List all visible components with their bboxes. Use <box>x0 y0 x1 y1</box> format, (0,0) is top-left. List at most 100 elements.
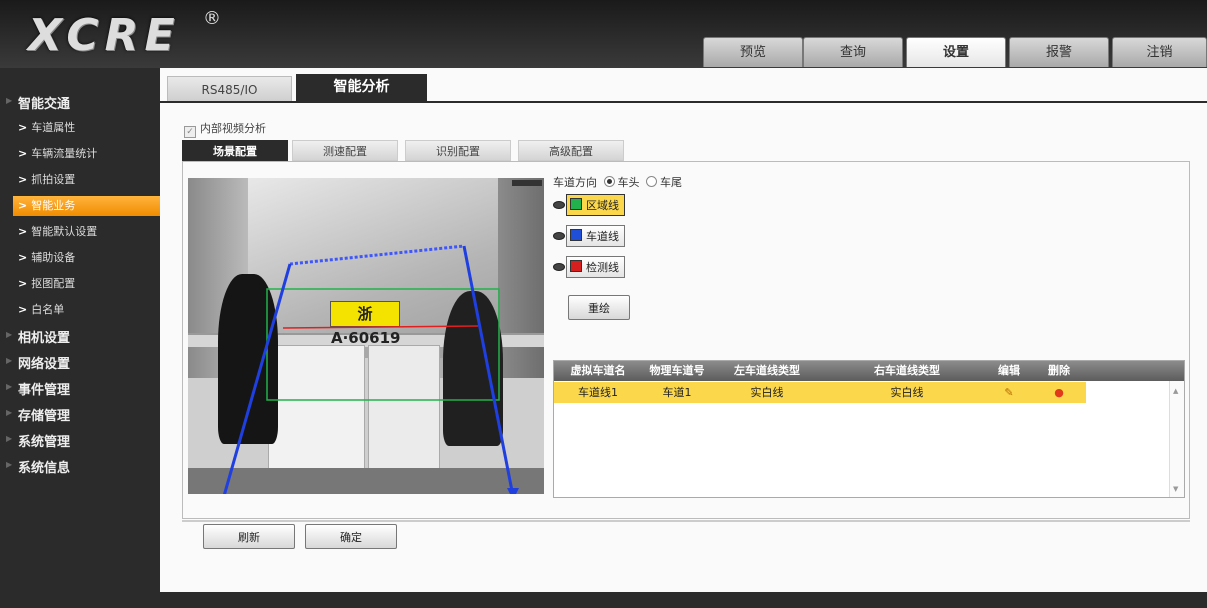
detection-line-label: 检测线 <box>586 261 619 274</box>
nav-tab-alarm[interactable]: 报警 <box>1009 37 1109 67</box>
subtab-advanced-config[interactable]: 高级配置 <box>518 140 624 161</box>
sidebar-group-network-settings[interactable]: 网络设置 <box>6 353 70 372</box>
sidebar-group-event-management[interactable]: 事件管理 <box>6 379 70 398</box>
lane-table: 虚拟车道名 物理车道号 左车道线类型 右车道线类型 编辑 删除 车道线1 车道1… <box>553 360 1185 498</box>
zone-line-swatch <box>570 198 582 210</box>
sidebar-group-camera-settings[interactable]: 相机设置 <box>6 327 70 346</box>
sidebar: 智能交通 >车道属性 >车辆流量统计 >抓拍设置 >智能业务 >智能默认设置 >… <box>0 68 160 608</box>
sidebar-item-traffic-stats[interactable]: > 车辆流量统计 <box>18 144 160 164</box>
checkbox-label: 内部视频分析 <box>200 122 266 135</box>
lane-line-label: 车道线 <box>586 230 619 243</box>
scroll-down-icon[interactable]: ▼ <box>1173 485 1178 493</box>
eye-icon[interactable] <box>553 263 565 271</box>
panel-divider <box>182 520 1190 522</box>
lane-line-right <box>462 245 515 494</box>
sidebar-item-lane-attributes[interactable]: > 车道属性 <box>18 118 160 138</box>
scroll-up-icon[interactable]: ▲ <box>1173 387 1178 395</box>
video-overlay-lines <box>223 244 519 494</box>
sidebar-item-label: 辅助设备 <box>31 251 76 264</box>
sidebar-item-label: 车道属性 <box>31 121 76 134</box>
redraw-button[interactable]: 重绘 <box>568 295 630 320</box>
sidebar-group-system-info[interactable]: 系统信息 <box>6 457 70 476</box>
scene-config-panel: 浙A·60619 车道方向 车头 车尾 区域线 车道线 检测线 重绘 虚拟车道名… <box>182 161 1190 519</box>
chevron-right-icon: > <box>18 121 28 134</box>
lane-table-header: 虚拟车道名 物理车道号 左车道线类型 右车道线类型 编辑 删除 <box>554 361 1184 381</box>
sidebar-item-intelligent-defaults[interactable]: > 智能默认设置 <box>18 222 160 242</box>
nav-tab-preview[interactable]: 预览 <box>703 37 803 67</box>
checkbox-icon: ✓ <box>184 126 196 138</box>
header-left-line-type: 左车道线类型 <box>734 364 800 377</box>
arrow-down-icon <box>507 488 519 494</box>
lane-boundary-dashed <box>289 244 465 266</box>
chevron-right-icon: > <box>18 199 28 212</box>
nav-tab-logout[interactable]: 注销 <box>1112 37 1207 67</box>
detection-line-button[interactable]: 检测线 <box>566 256 625 278</box>
cell-right-line-type: 实白线 <box>890 386 924 399</box>
radio-vehicle-head[interactable] <box>603 176 615 187</box>
radio-head-label: 车头 <box>617 176 640 189</box>
tab-rs485-io[interactable]: RS485/IO <box>167 76 292 102</box>
eye-icon[interactable] <box>553 232 565 240</box>
chevron-right-icon: > <box>18 251 28 264</box>
subtab-speed-config[interactable]: 测速配置 <box>292 140 398 161</box>
detection-line <box>282 325 479 329</box>
sidebar-group-storage-management[interactable]: 存储管理 <box>6 405 70 424</box>
sidebar-item-capture-settings[interactable]: > 抓拍设置 <box>18 170 160 190</box>
sidebar-item-cutout-config[interactable]: > 抠图配置 <box>18 274 160 294</box>
zone-line-rect <box>266 288 500 401</box>
sidebar-item-label: 抓拍设置 <box>31 173 76 186</box>
tab-intelligent-analysis[interactable]: 智能分析 <box>296 74 427 102</box>
sidebar-item-label: 智能默认设置 <box>31 225 98 238</box>
zone-line-button[interactable]: 区域线 <box>566 194 625 216</box>
cell-physical-lane: 车道1 <box>662 386 692 399</box>
sidebar-item-aux-devices[interactable]: > 辅助设备 <box>18 248 160 268</box>
lane-line-button[interactable]: 车道线 <box>566 225 625 247</box>
detection-line-swatch <box>570 260 582 272</box>
chevron-right-icon: > <box>18 225 28 238</box>
brand-logo: XCRE <box>28 10 181 61</box>
table-scrollbar[interactable]: ▲ ▼ <box>1169 381 1184 497</box>
sidebar-item-label: 车辆流量统计 <box>31 147 98 160</box>
top-header: XCRE ® 预览 查询 设置 报警 注销 <box>0 0 1207 68</box>
sidebar-item-intelligent-business[interactable]: > 智能业务 <box>13 196 160 216</box>
eye-icon[interactable] <box>553 201 565 209</box>
cell-left-line-type: 实白线 <box>750 386 784 399</box>
video-preview[interactable]: 浙A·60619 <box>188 178 544 494</box>
radio-vehicle-tail[interactable] <box>646 176 657 187</box>
table-row[interactable]: 车道线1 车道1 实白线 实白线 ✎ ● <box>554 382 1086 403</box>
header-virtual-lane: 虚拟车道名 <box>570 364 626 377</box>
chevron-right-icon: > <box>18 303 28 316</box>
subtab-recognition-config[interactable]: 识别配置 <box>405 140 511 161</box>
registered-mark: ® <box>203 8 221 29</box>
sidebar-item-whitelist[interactable]: > 白名单 <box>18 300 160 320</box>
delete-icon[interactable]: ● <box>1034 382 1084 403</box>
refresh-button[interactable]: 刷新 <box>203 524 295 549</box>
lane-line-swatch <box>570 229 582 241</box>
lane-line-left <box>223 263 292 494</box>
lane-direction-label: 车道方向 <box>553 176 597 189</box>
cell-virtual-lane: 车道线1 <box>578 386 618 399</box>
header-edit: 编辑 <box>998 364 1020 377</box>
subtab-scene-config[interactable]: 场景配置 <box>182 140 288 161</box>
chevron-right-icon: > <box>18 147 28 160</box>
edit-icon[interactable]: ✎ <box>984 382 1034 403</box>
sidebar-item-label: 智能业务 <box>31 199 76 212</box>
internal-video-analysis-checkbox[interactable]: ✓ 内部视频分析 <box>184 120 266 138</box>
zone-line-label: 区域线 <box>586 199 619 212</box>
sidebar-group-system-management[interactable]: 系统管理 <box>6 431 70 450</box>
header-physical-lane: 物理车道号 <box>649 364 705 377</box>
nav-tab-settings[interactable]: 设置 <box>906 37 1006 67</box>
lane-direction-row: 车道方向 车头 车尾 <box>553 174 682 190</box>
sidebar-group-intelligent-traffic[interactable]: 智能交通 <box>6 93 70 112</box>
sidebar-item-label: 白名单 <box>31 303 65 316</box>
header-right-line-type: 右车道线类型 <box>874 364 940 377</box>
tab-divider <box>160 101 1207 103</box>
footer-bar <box>0 592 1207 608</box>
confirm-button[interactable]: 确定 <box>305 524 397 549</box>
main-content: RS485/IO 智能分析 ✓ 内部视频分析 场景配置 测速配置 识别配置 高级配… <box>160 68 1207 592</box>
chevron-right-icon: > <box>18 173 28 186</box>
sidebar-item-label: 抠图配置 <box>31 277 76 290</box>
chevron-right-icon: > <box>18 277 28 290</box>
nav-tab-query[interactable]: 查询 <box>803 37 903 67</box>
radio-tail-label: 车尾 <box>660 176 682 189</box>
